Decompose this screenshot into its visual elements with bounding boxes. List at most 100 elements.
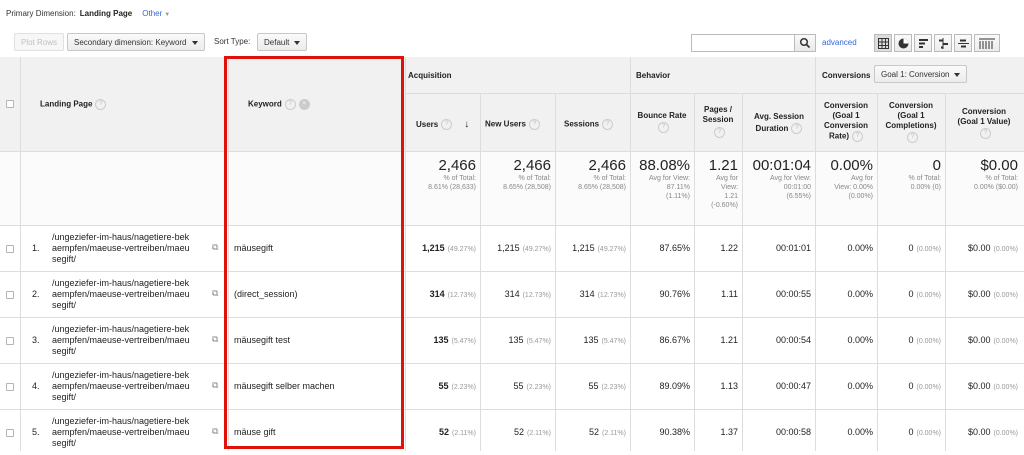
other-label[interactable]: Other: [142, 9, 162, 18]
conv-rate-label-4: Rate): [828, 131, 849, 141]
help-icon[interactable]: ?: [980, 128, 991, 139]
external-link-icon[interactable]: ⧉: [212, 380, 218, 391]
row-checkbox[interactable]: [6, 245, 14, 253]
total-new-users: 2,466% of Total: 8.65% (28,508): [481, 157, 551, 192]
total-users-sub2: 8.61% (28,633): [428, 184, 476, 191]
row-checkbox[interactable]: [6, 291, 14, 299]
new-users-value: 1,215: [497, 243, 520, 253]
help-icon[interactable]: ?: [907, 132, 918, 143]
help-icon[interactable]: ?: [284, 99, 296, 110]
users-header[interactable]: Users? ↓: [416, 119, 469, 131]
help-icon[interactable]: ?: [95, 99, 107, 110]
help-icon[interactable]: ?: [658, 122, 669, 133]
search-button[interactable]: [794, 35, 815, 51]
landing-page-line: segift/: [52, 254, 77, 264]
primary-dimension-bar: Primary Dimension: Landing Page Other ▼: [6, 9, 170, 18]
keyword-header[interactable]: Keyword? ×: [248, 99, 310, 110]
goal-select[interactable]: Goal 1: Conversion: [874, 65, 968, 83]
keyword-cell[interactable]: (direct_session): [234, 289, 298, 299]
value-percent: (0.00%): [993, 430, 1018, 437]
term-cloud-view-icon: [958, 39, 969, 48]
sort-descending-icon[interactable]: ↓: [464, 119, 469, 130]
total-bounce-sub2: 87.11%: [666, 184, 690, 191]
help-icon[interactable]: ?: [602, 119, 614, 130]
external-link-icon[interactable]: ⧉: [212, 288, 218, 299]
remove-dimension-icon[interactable]: ×: [298, 99, 310, 110]
primary-dimension-other[interactable]: Other ▼: [142, 9, 170, 18]
landing-page-link[interactable]: /ungeziefer-im-haus/nagetiere-bek aempfen…: [52, 324, 212, 357]
avg-session-duration-header[interactable]: Avg. Session Duration?: [746, 111, 812, 135]
row-checkbox[interactable]: [6, 429, 14, 437]
external-link-icon[interactable]: ⧉: [212, 242, 218, 253]
goal-completions-header[interactable]: Conversion (Goal 1 Completions)?: [879, 101, 943, 143]
help-icon[interactable]: ?: [852, 131, 863, 142]
select-all-checkbox[interactable]: [6, 100, 14, 108]
keyword-header-label: Keyword: [248, 99, 282, 109]
help-icon[interactable]: ?: [441, 119, 453, 131]
total-conv-rate-value: 0.00%: [830, 157, 873, 174]
primary-dimension-landing-page[interactable]: Landing Page: [80, 9, 132, 18]
sessions-header[interactable]: Sessions?: [564, 119, 614, 130]
new-users-header[interactable]: New Users?: [485, 119, 540, 130]
help-icon[interactable]: ?: [528, 119, 540, 130]
keyword-cell[interactable]: mäusegift selber machen: [234, 381, 335, 391]
search-icon: [799, 37, 811, 49]
term-cloud-view-button[interactable]: [954, 34, 972, 52]
value-value: $0.00: [967, 381, 991, 391]
keyword-cell[interactable]: mäusegift test: [234, 335, 290, 345]
cell-completions: 0 (0.00%): [878, 335, 941, 345]
table-view-button[interactable]: [874, 34, 892, 52]
conv-rate-label-1: Conversion: [823, 101, 868, 110]
behavior-group-header: Behavior: [636, 71, 671, 80]
pie-view-button[interactable]: [894, 34, 912, 52]
external-link-icon[interactable]: ⧉: [212, 334, 218, 345]
total-conv-rate-sub2: View: 0.00%: [834, 184, 873, 191]
landing-page-link[interactable]: /ungeziefer-im-haus/nagetiere-bek aempfen…: [52, 370, 212, 403]
landing-page-link[interactable]: /ungeziefer-im-haus/nagetiere-bek aempfen…: [52, 416, 212, 449]
pages-session-header[interactable]: Pages / Session?: [696, 105, 740, 138]
cell-value: $0.00 (0.00%): [946, 427, 1018, 437]
completions-percent: (0.00%): [916, 384, 941, 391]
table-row: 3. /ungeziefer-im-haus/nagetiere-bek aempf…: [0, 318, 1024, 363]
plot-rows-button[interactable]: Plot Rows: [14, 33, 65, 51]
value-percent: (0.00%): [993, 246, 1018, 253]
landing-page-link[interactable]: /ungeziefer-im-haus/nagetiere-bek aempfen…: [52, 278, 212, 311]
external-link-icon[interactable]: ⧉: [212, 426, 218, 437]
row-checkbox[interactable]: [6, 383, 14, 391]
conversion-rate-header[interactable]: Conversion (Goal 1 Conversion Rate)?: [817, 101, 875, 142]
sort-type-label: Sort Type:: [214, 37, 251, 46]
cell-users: 55 (2.23%): [406, 381, 476, 391]
cell-completions: 0 (0.00%): [878, 427, 941, 437]
sessions-percent: (5.47%): [601, 338, 626, 345]
secondary-dimension-select[interactable]: Secondary dimension: Keyword: [67, 33, 205, 51]
cell-duration: 00:00:55: [743, 289, 811, 299]
value-label-2: (Goal 1 Value): [957, 117, 1011, 126]
duration-value: 00:01:01: [775, 243, 811, 253]
pivot-view-button[interactable]: [974, 34, 1000, 52]
help-icon[interactable]: ?: [791, 123, 803, 135]
bounce-rate-header[interactable]: Bounce Rate?: [636, 111, 688, 133]
cell-value: $0.00 (0.00%): [946, 289, 1018, 299]
row-checkbox[interactable]: [6, 337, 14, 345]
pie-view-icon: [898, 38, 909, 49]
cell-pages: 1.21: [695, 335, 738, 345]
search-input[interactable]: [692, 35, 796, 51]
sort-type-select[interactable]: Default: [257, 33, 308, 51]
landing-page-line: /ungeziefer-im-haus/nagetiere-bek: [52, 232, 190, 242]
total-completions-sub1: % of Total:: [908, 175, 941, 182]
goal-value-header[interactable]: Conversion (Goal 1 Value)?: [947, 107, 1021, 139]
total-duration-sub3: (6.55%): [786, 193, 811, 200]
total-bounce-sub1: Avg for View:: [649, 175, 690, 182]
keyword-cell[interactable]: mäusegift: [234, 243, 273, 253]
landing-page-header[interactable]: Landing Page?: [40, 99, 107, 110]
advanced-filter-link[interactable]: advanced: [822, 38, 857, 47]
landing-page-link[interactable]: /ungeziefer-im-haus/nagetiere-bek aempfen…: [52, 232, 212, 265]
acquisition-group-header: Acquisition: [408, 71, 452, 80]
comparison-view-button[interactable]: [934, 34, 952, 52]
keyword-cell[interactable]: mäuse gift: [234, 427, 276, 437]
row-index: 1.: [32, 243, 40, 253]
performance-view-button[interactable]: [914, 34, 932, 52]
help-icon[interactable]: ?: [714, 127, 725, 138]
row-index: 4.: [32, 381, 40, 391]
value-percent: (0.00%): [993, 338, 1018, 345]
